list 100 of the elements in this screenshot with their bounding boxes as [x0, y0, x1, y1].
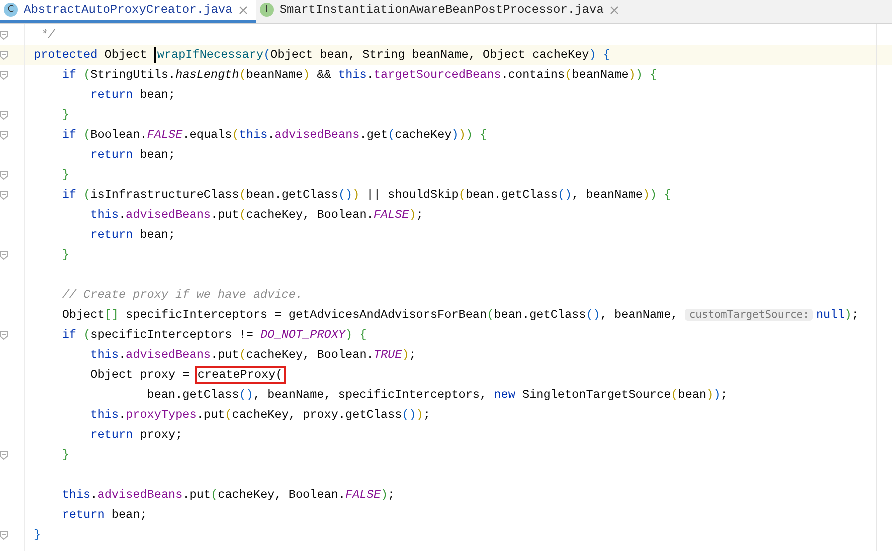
code-token: bean — [678, 388, 707, 402]
fold-marker-icon[interactable] — [0, 130, 8, 140]
code-token: this — [338, 68, 367, 82]
code-token: ( — [239, 348, 246, 362]
code-token: ) — [409, 208, 416, 222]
code-token: ( — [388, 128, 396, 142]
code-token: this — [90, 348, 119, 362]
code-token: protected — [34, 48, 98, 62]
code-token: ; — [409, 348, 416, 362]
code-token: bean.getClass — [494, 308, 586, 322]
parameter-hint: customTargetSource: — [685, 309, 814, 321]
code-token: specificInterceptors != — [90, 328, 254, 342]
code-token: bean; — [139, 88, 176, 102]
code-token: ) — [589, 48, 596, 62]
code-token: ) — [303, 68, 310, 82]
code-token: FALSE — [147, 128, 183, 142]
code-token: . — [268, 128, 275, 142]
fold-marker-icon[interactable] — [0, 70, 8, 80]
file-type-icon: C — [4, 3, 18, 17]
code-token: ) — [346, 328, 353, 342]
fold-marker-icon[interactable] — [0, 110, 8, 120]
code-token: [] — [104, 308, 119, 322]
code-token: advisedBeans — [126, 208, 211, 222]
fold-marker-icon[interactable] — [0, 190, 8, 200]
code-token: ( — [84, 328, 91, 342]
highlighted-code: createProxy( — [196, 368, 284, 382]
close-icon[interactable] — [610, 6, 619, 14]
code-token: { — [480, 128, 488, 142]
code-token: return — [90, 148, 134, 162]
code-token: Object bean, String beanName, Object cacheKey — [270, 48, 590, 62]
code-token: cacheKey — [395, 128, 452, 142]
code-token: ) — [714, 388, 721, 402]
code-token: SingletonTargetSource — [522, 388, 672, 402]
code-token: } — [62, 108, 70, 122]
code-token: { — [650, 68, 658, 82]
fold-marker-icon[interactable] — [0, 530, 8, 540]
code-token: .get — [360, 128, 388, 142]
code-token: ( — [232, 128, 240, 142]
code-token: () — [338, 188, 353, 202]
code-token: if — [62, 328, 76, 342]
code-token: cacheKey, proxy.getClass — [232, 408, 402, 422]
fold-marker-icon[interactable] — [0, 330, 8, 340]
code-token: ( — [487, 308, 494, 322]
code-token: beanName — [246, 68, 304, 82]
code-token: ) — [706, 388, 714, 402]
code-token: , beanName, — [600, 308, 680, 322]
code-token: if — [62, 68, 76, 82]
code-token: if — [62, 128, 76, 142]
code-token: targetSourcedBeans — [374, 68, 502, 82]
code-token: } — [62, 248, 70, 262]
fold-marker-icon[interactable] — [0, 30, 8, 40]
code-token: ( — [671, 388, 678, 402]
code-token: . — [118, 208, 126, 222]
code-token: bean; — [110, 508, 148, 522]
code-token: specificInterceptors = getAdvicesAndAdvisorsForBean — [125, 308, 488, 322]
code-token: return — [90, 428, 134, 442]
code-token: .put — [211, 208, 240, 222]
code-token: cacheKey, Boolean. — [218, 488, 346, 502]
code-token: ( — [84, 68, 91, 82]
code-token: null — [816, 308, 845, 322]
code-token: beanName — [572, 68, 629, 82]
code-token: ) — [458, 128, 466, 142]
code-token: ( — [225, 408, 232, 422]
code-token: ) — [628, 68, 636, 82]
close-icon[interactable] — [238, 6, 248, 14]
code-token: this — [90, 408, 119, 422]
code-token: return — [62, 508, 105, 522]
code-token: proxyTypes — [126, 408, 197, 422]
code-token: , beanName, specificInterceptors, — [253, 388, 488, 402]
code-token: ( — [458, 188, 466, 202]
code-token: } — [62, 168, 70, 182]
code-token: bean.getClass — [466, 188, 558, 202]
code-token: ) — [380, 488, 388, 502]
code-token: () — [558, 188, 572, 202]
code-token: ; — [852, 308, 859, 322]
code-comment: */ — [41, 28, 56, 42]
code-token: } — [34, 528, 42, 542]
fold-marker-icon[interactable] — [0, 450, 8, 460]
editor-tab[interactable]: C AbstractAutoProxyCreator.java — [0, 0, 256, 23]
code-token: DO_NOT_PROXY — [260, 328, 346, 342]
code-token: StringUtils. — [90, 68, 176, 82]
code-token: .put — [182, 488, 212, 502]
code-token: () — [586, 308, 600, 322]
code-token: ) — [844, 308, 852, 322]
code-token: . — [118, 408, 126, 422]
fold-marker-icon[interactable] — [0, 250, 8, 260]
code-token: ( — [84, 188, 91, 202]
code-token: ( — [84, 128, 91, 142]
code-token: ) — [402, 348, 410, 362]
code-token: ; — [388, 488, 396, 502]
code-token: ( — [239, 208, 246, 222]
code-token: Object — [104, 48, 148, 62]
code-token: isInfrastructureClass — [90, 188, 240, 202]
fold-marker-icon[interactable] — [0, 50, 8, 60]
code-token: new — [494, 388, 516, 402]
code-token: ( — [565, 68, 572, 82]
code-token: this — [62, 488, 91, 502]
fold-marker-icon[interactable] — [0, 170, 8, 180]
code-token: ) — [452, 128, 459, 142]
code-token: . — [366, 68, 374, 82]
